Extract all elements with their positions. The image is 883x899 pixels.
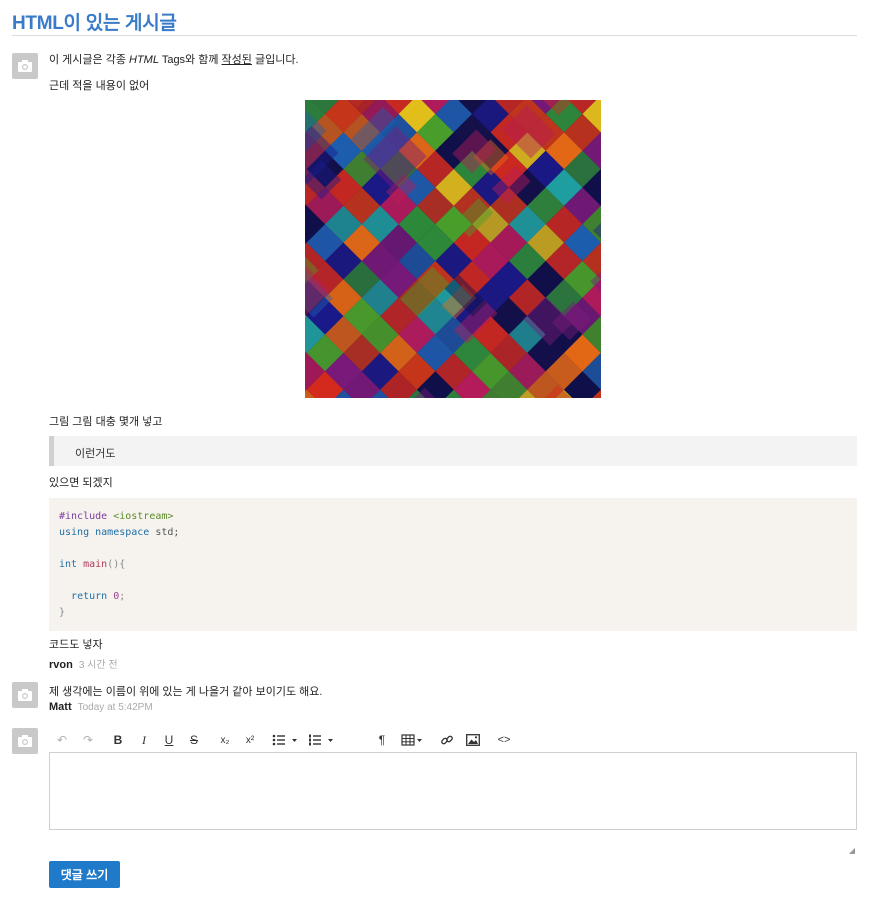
submit-comment-button[interactable]: 댓글 쓰기: [49, 861, 120, 888]
subscript-button[interactable]: x₂: [217, 730, 233, 750]
comment-meta: Matt Today at 5:42PM: [49, 701, 153, 713]
image-icon: [466, 734, 480, 746]
bullet-list-icon: [272, 734, 297, 746]
avatar: [12, 53, 38, 79]
redo-button[interactable]: ↷: [81, 730, 95, 750]
resize-handle-icon[interactable]: ◢: [849, 846, 855, 855]
undo-button[interactable]: ↶: [55, 730, 69, 750]
camera-icon: [18, 689, 32, 701]
strikethrough-button[interactable]: S: [187, 730, 201, 750]
italic-button[interactable]: I: [137, 730, 151, 750]
numbered-list-icon: [309, 734, 333, 746]
numbered-list-button[interactable]: [308, 730, 334, 750]
comment-time: Today at 5:42PM: [77, 702, 153, 713]
comment-editor[interactable]: [49, 752, 857, 830]
comment-author[interactable]: Matt: [49, 701, 72, 713]
avatar: [12, 682, 38, 708]
avatar: [12, 728, 38, 754]
comment-text: 제 생각에는 이름이 위에 있는 게 나을거 같아 보이기도 해요.: [49, 686, 323, 698]
comment: 제 생각에는 이름이 위에 있는 게 나을거 같아 보이기도 해요. Matt T…: [49, 0, 857, 720]
image-button[interactable]: [465, 730, 481, 750]
camera-icon: [18, 735, 32, 747]
bullet-list-button[interactable]: [272, 730, 298, 750]
superscript-button[interactable]: x²: [242, 730, 258, 750]
underline-button[interactable]: U: [162, 730, 176, 750]
link-button[interactable]: [439, 730, 455, 750]
bold-button[interactable]: B: [111, 730, 125, 750]
code-view-button[interactable]: <>: [497, 730, 511, 750]
table-button[interactable]: [401, 730, 425, 750]
paragraph-button[interactable]: ¶: [375, 730, 389, 750]
link-icon: [441, 735, 453, 745]
camera-icon: [18, 60, 32, 72]
table-icon: [401, 734, 422, 746]
